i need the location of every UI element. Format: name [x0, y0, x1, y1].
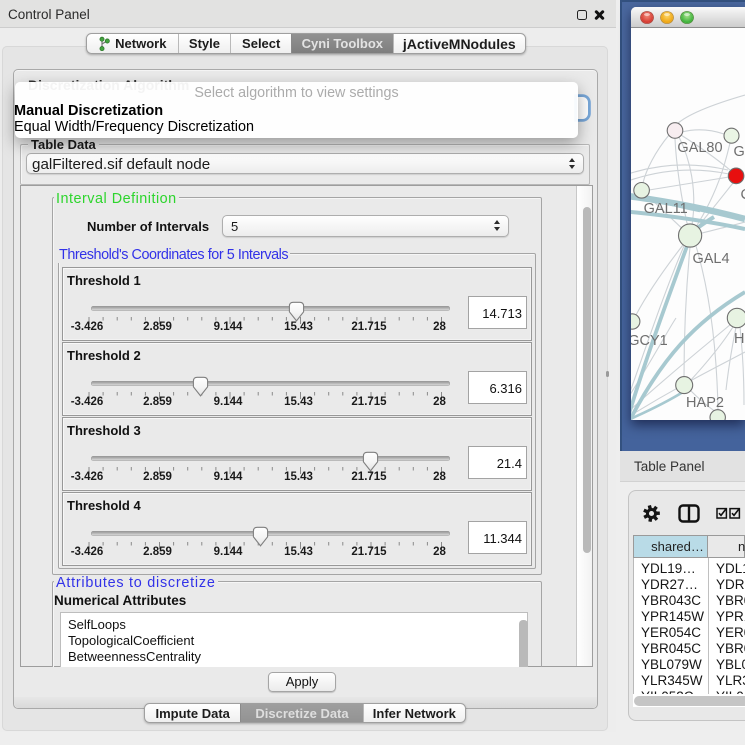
- svg-text:C: C: [741, 187, 745, 203]
- svg-text:G.: G.: [734, 144, 745, 160]
- svg-text:GAL11: GAL11: [644, 201, 688, 217]
- svg-text:GAL4: GAL4: [692, 251, 729, 267]
- svg-text:HAP2: HAP2: [686, 395, 724, 411]
- svg-text:H: H: [734, 331, 744, 347]
- svg-text:GCY1: GCY1: [631, 333, 668, 349]
- svg-text:GAL80: GAL80: [677, 140, 722, 156]
